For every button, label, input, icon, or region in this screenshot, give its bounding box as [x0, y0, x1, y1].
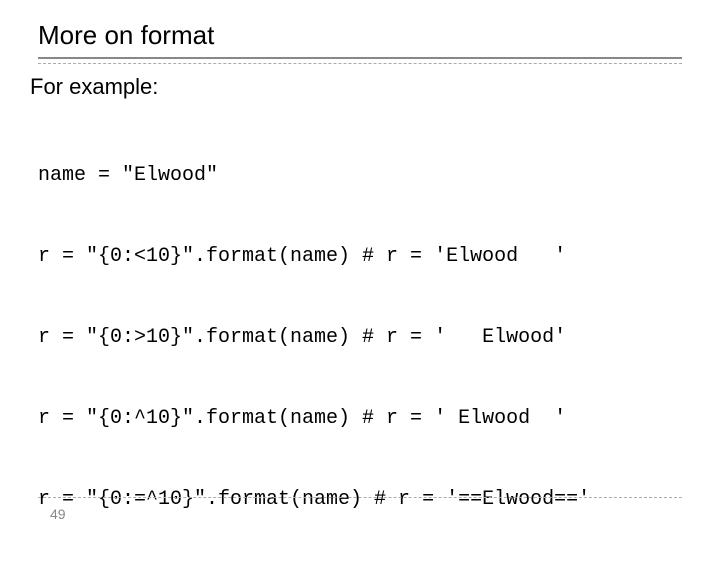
- slide-title: More on format: [0, 0, 720, 57]
- slide-subtitle: For example:: [0, 64, 720, 108]
- page-number: 49: [50, 506, 66, 522]
- code-line: r = "{0:<10}".format(name) # r = 'Elwood…: [38, 243, 720, 270]
- code-line: r = "{0:=^10}".format(name) # r = '==Elw…: [38, 486, 720, 513]
- dashed-rule-bottom: [38, 497, 682, 498]
- code-block: name = "Elwood" r = "{0:<10}".format(nam…: [0, 108, 720, 567]
- code-line: r = "{0:>10}".format(name) # r = ' Elwoo…: [38, 324, 720, 351]
- code-line: name = "Elwood": [38, 162, 720, 189]
- code-line: r = "{0:^10}".format(name) # r = ' Elwoo…: [38, 405, 720, 432]
- slide: More on format For example: name = "Elwo…: [0, 0, 720, 540]
- title-underline: [38, 57, 682, 59]
